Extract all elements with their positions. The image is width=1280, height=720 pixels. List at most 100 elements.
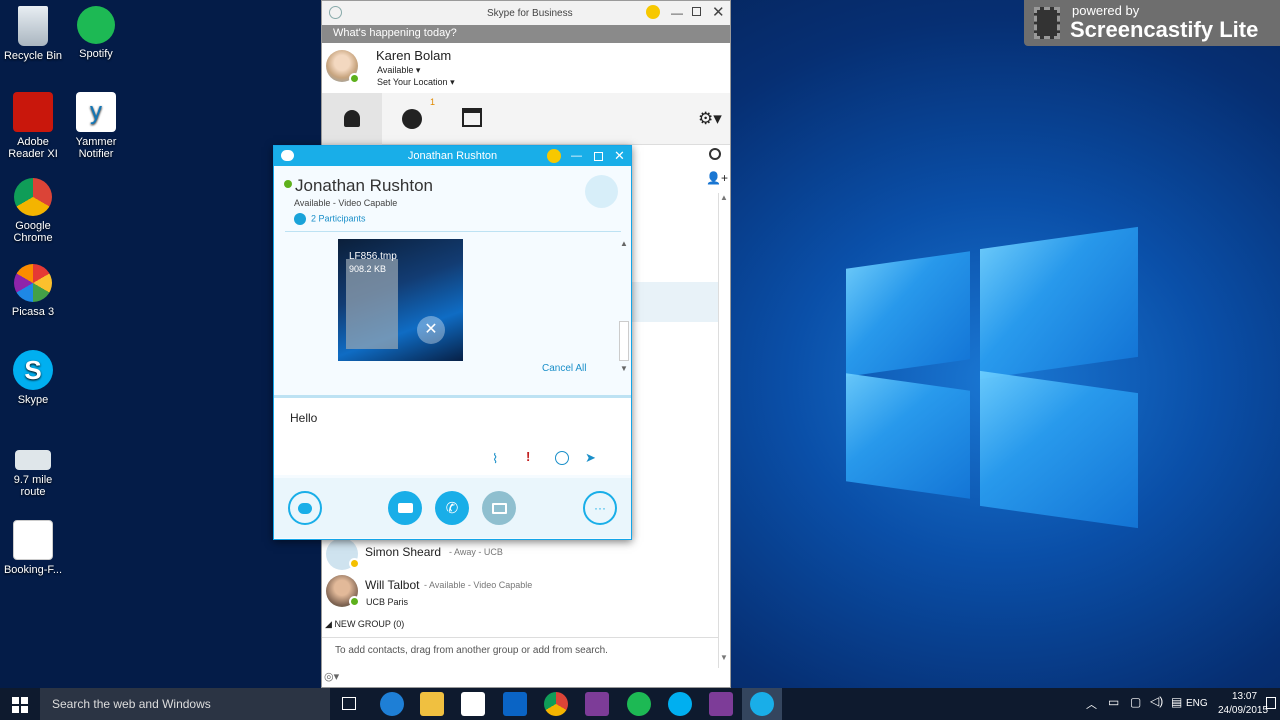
show-hidden-icons[interactable]: ︿ <box>1086 696 1097 712</box>
desktop-icon-yammer[interactable]: y Yammer Notifier <box>64 92 128 160</box>
message-icon[interactable]: ▤ <box>1171 695 1182 709</box>
whats-happening-field[interactable]: What's happening today? <box>322 25 730 43</box>
send-icon[interactable]: ➤ <box>585 450 596 466</box>
tab-meetings[interactable] <box>442 93 502 145</box>
compose-area[interactable]: Hello ⌇ ! ➤ <box>274 395 631 475</box>
maximize-button[interactable] <box>594 152 603 161</box>
tab-recent[interactable]: 1 <box>382 93 442 145</box>
chat-bubble-icon <box>298 502 312 514</box>
maximize-button[interactable] <box>692 7 701 16</box>
chevron-down-icon: ▾ <box>415 65 421 75</box>
user-status-dropdown[interactable]: Available ▾ <box>377 65 420 76</box>
user-status: Available <box>377 65 414 75</box>
film-icon <box>1034 7 1060 39</box>
start-button[interactable] <box>12 697 28 713</box>
conv-titlebar: Jonathan Rushton — ✕ <box>274 146 631 166</box>
close-button[interactable]: ✕ <box>712 3 725 21</box>
chrome-icon <box>14 178 52 216</box>
desktop-icon-route[interactable]: 9.7 mile route <box>1 450 65 498</box>
tab-contacts[interactable] <box>322 93 382 145</box>
onenote2-icon[interactable] <box>709 692 733 716</box>
store-icon[interactable] <box>461 692 485 716</box>
scroll-down-icon[interactable]: ▼ <box>720 653 728 662</box>
message-input[interactable]: Hello <box>290 411 317 425</box>
desktop-icon-label: Booking-F... <box>3 564 63 576</box>
clock-date[interactable]: 24/09/2015 <box>1218 705 1268 716</box>
user-name: Karen Bolam <box>376 48 452 63</box>
video-button[interactable] <box>388 491 422 525</box>
outlook-icon[interactable] <box>503 692 527 716</box>
history-scrollbar[interactable]: ▲ ▼ <box>618 239 630 375</box>
location-dropdown[interactable]: Set Your Location ▾ <box>377 77 455 88</box>
more-options-button[interactable]: ··· <box>583 491 617 525</box>
task-view-icon[interactable] <box>342 697 356 710</box>
windows-logo-pane-tr <box>980 226 1138 380</box>
scroll-down-icon[interactable]: ▼ <box>620 364 628 373</box>
contact-row[interactable]: Simon Sheard - Away - UCB <box>322 536 718 572</box>
desktop-icon-spotify[interactable]: Spotify <box>64 6 128 60</box>
file-explorer-icon[interactable] <box>420 692 444 716</box>
contact-row[interactable]: Will Talbot - Available - Video Capable … <box>322 574 718 610</box>
language-indicator[interactable]: ENG <box>1186 698 1208 709</box>
scroll-up-icon[interactable]: ▲ <box>620 239 628 248</box>
group-header[interactable]: ◢ NEW GROUP (0) <box>325 619 404 630</box>
add-participant-button[interactable] <box>585 175 618 208</box>
scrollbar[interactable]: ▲ ▼ <box>718 193 730 668</box>
im-button[interactable] <box>288 491 322 525</box>
ellipsis-icon: ··· <box>594 501 606 515</box>
chat-icon[interactable]: ▢ <box>1130 695 1141 709</box>
minimize-button[interactable]: — <box>571 146 582 166</box>
recent-badge: 1 <box>430 97 436 107</box>
calendar-icon <box>462 108 482 127</box>
contact-location: UCB Paris <box>366 597 409 607</box>
search-box[interactable]: Search the web and Windows <box>40 688 330 720</box>
cancel-transfer-button[interactable]: ✕ <box>417 316 445 344</box>
route-file-icon <box>15 450 51 470</box>
desktop-icon-recycle-bin[interactable]: Recycle Bin <box>1 6 65 62</box>
active-app-highlight[interactable] <box>742 688 782 720</box>
spotify-taskbar-icon[interactable] <box>627 692 651 716</box>
importance-icon[interactable]: ! <box>526 449 530 464</box>
minimize-button[interactable]: — <box>671 6 683 20</box>
divider <box>322 637 718 638</box>
desktop-icon-chrome[interactable]: Google Chrome <box>1 178 65 244</box>
skype-logo-icon <box>329 6 342 19</box>
call-button[interactable]: ✆ <box>435 491 469 525</box>
desktop-icon-skype[interactable]: S Skype <box>1 350 65 406</box>
chat-bubble-icon <box>281 150 294 161</box>
emoticon-icon[interactable] <box>555 451 569 465</box>
conversation-window[interactable]: Jonathan Rushton — ✕ Jonathan Rushton Av… <box>273 145 632 540</box>
gear-icon[interactable]: ⚙▾ <box>698 109 722 129</box>
file-thumbnail[interactable]: LF856.tmp 908.2 KB ✕ <box>338 239 463 361</box>
smiley-icon[interactable] <box>547 149 561 163</box>
add-contact-icon[interactable]: 👤+ <box>706 171 728 185</box>
screencastify-watermark: powered by Screencastify Lite <box>1024 0 1280 46</box>
skype-taskbar-icon[interactable] <box>668 692 692 716</box>
desktop-icon-label: Yammer Notifier <box>75 136 117 160</box>
desktop-icon-booking[interactable]: Booking-F... <box>1 520 65 576</box>
options-icon[interactable]: ◎▾ <box>324 670 339 683</box>
participants-link[interactable]: 2 Participants <box>294 213 366 225</box>
clock-time[interactable]: 13:07 <box>1232 691 1257 702</box>
attachment-icon[interactable]: ⌇ <box>492 451 498 467</box>
desktop-icon-picasa[interactable]: Picasa 3 <box>1 264 65 318</box>
onenote-icon[interactable] <box>585 692 609 716</box>
participant-name: Jonathan Rushton <box>295 176 433 195</box>
desktop-icon-adobe-reader[interactable]: Adobe Reader XI <box>1 92 65 160</box>
group-name: NEW GROUP (0) <box>334 619 405 629</box>
present-button[interactable] <box>482 491 516 525</box>
smiley-icon[interactable] <box>646 5 660 19</box>
network-icon[interactable]: ▭ <box>1108 695 1119 709</box>
scroll-thumb[interactable] <box>619 321 629 361</box>
chrome-taskbar-icon[interactable] <box>544 692 568 716</box>
notifications-icon[interactable] <box>1266 697 1276 709</box>
edge-icon[interactable] <box>380 692 404 716</box>
close-button[interactable]: ✕ <box>614 146 625 166</box>
cancel-all-link[interactable]: Cancel All <box>542 363 586 374</box>
search-icon[interactable] <box>709 148 721 160</box>
volume-icon[interactable]: ◁) <box>1150 694 1163 708</box>
file-size: 908.2 KB <box>349 264 387 274</box>
scroll-up-icon[interactable]: ▲ <box>720 193 728 202</box>
main-titlebar: Skype for Business — ✕ <box>322 1 730 25</box>
chevron-down-icon: ▾ <box>450 77 455 87</box>
